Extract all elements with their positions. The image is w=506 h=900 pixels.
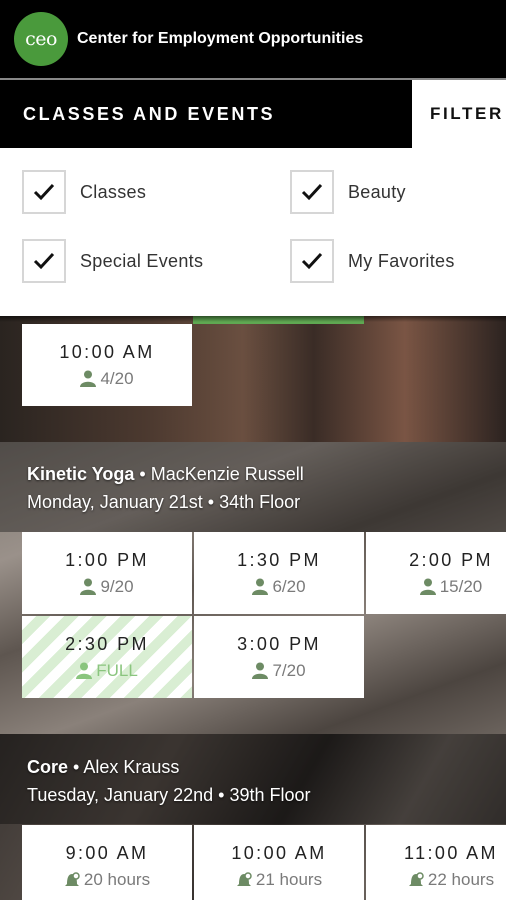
- slot-time: 10:00 AM: [59, 341, 155, 362]
- checkbox-beauty[interactable]: [290, 170, 334, 214]
- checkmark-icon: [301, 252, 323, 270]
- slot-time: 3:00 PM: [237, 633, 321, 654]
- spots-count: FULL: [96, 660, 138, 680]
- checkbox-special-events[interactable]: [22, 239, 66, 283]
- slot-time: 10:00 AM: [231, 842, 327, 863]
- slot-spots: FULL: [76, 661, 138, 681]
- instructor-name: MacKenzie Russell: [150, 464, 304, 484]
- panel-shadow: [0, 316, 506, 322]
- slot-time: 9:00 AM: [65, 842, 149, 863]
- time-slot[interactable]: 2:00 PM 15/20: [366, 532, 506, 614]
- countdown-text: 20 hours: [83, 869, 151, 889]
- filter-special-events[interactable]: Special Events: [22, 239, 203, 283]
- slot-countdown: 22 hours: [408, 870, 494, 890]
- spots-count: 9/20: [100, 576, 134, 596]
- slot-spots: 4/20: [80, 368, 134, 389]
- filter-panel: Classes Beauty Special Events My Favorit…: [0, 148, 506, 316]
- reminder-bell-icon: [236, 872, 252, 886]
- time-slot[interactable]: 10:00 AM 4/20: [22, 324, 192, 406]
- slot-spots: 15/20: [419, 576, 483, 597]
- slot-spots: 7/20: [252, 660, 306, 681]
- filter-beauty[interactable]: Beauty: [290, 170, 406, 214]
- title-overlay: [0, 734, 506, 824]
- tab-bar: CLASSES AND EVENTS FILTER: [0, 78, 506, 148]
- tab-filter[interactable]: FILTER: [430, 80, 504, 148]
- class-name: Kinetic Yoga: [27, 464, 135, 484]
- class-date: Tuesday, January 22nd: [27, 785, 214, 805]
- class-title[interactable]: Kinetic Yoga • MacKenzie Russell: [27, 464, 304, 485]
- separator: •: [73, 757, 80, 777]
- slot-time: 2:00 PM: [409, 549, 493, 570]
- time-slot[interactable]: 3:00 PM 7/20: [194, 616, 364, 698]
- instructor-name: Alex Krauss: [83, 757, 180, 777]
- checkmark-icon: [301, 183, 323, 201]
- slot-spots: 9/20: [80, 576, 134, 597]
- separator: •: [139, 464, 146, 484]
- reminder-bell-icon: [64, 872, 80, 886]
- checkbox-classes[interactable]: [22, 170, 66, 214]
- spots-count: 4/20: [100, 368, 134, 388]
- tab-classes-and-events[interactable]: CLASSES AND EVENTS: [0, 80, 412, 148]
- time-slot[interactable]: 11:00 AM 22 hours: [366, 825, 506, 900]
- slot-time: 2:30 PM: [65, 633, 149, 654]
- time-slot-full[interactable]: 2:30 PM FULL: [22, 616, 192, 698]
- separator: •: [207, 492, 215, 512]
- ceo-logo[interactable]: ceo: [14, 12, 68, 66]
- filter-label: Beauty: [348, 181, 406, 202]
- separator: •: [218, 785, 225, 805]
- class-meta: Tuesday, January 22nd • 39th Floor: [27, 785, 311, 806]
- class-list[interactable]: 10:00 AM 4/20 Kinetic Yoga • MacKenzie R…: [0, 316, 506, 900]
- class-location: 39th Floor: [229, 785, 311, 805]
- spots-count: 6/20: [272, 576, 306, 596]
- filter-label: My Favorites: [348, 250, 455, 271]
- time-slot[interactable]: 10:00 AM 21 hours: [194, 825, 364, 900]
- filter-label: Classes: [80, 181, 147, 202]
- app-header: ceo Center for Employment Opportunities: [0, 0, 506, 78]
- slot-time: 11:00 AM: [404, 842, 498, 863]
- time-slot[interactable]: 1:30 PM 6/20: [194, 532, 364, 614]
- checkmark-icon: [33, 183, 55, 201]
- title-overlay: [0, 442, 506, 532]
- filter-my-favorites[interactable]: My Favorites: [290, 239, 455, 283]
- reminder-bell-icon: [408, 872, 424, 886]
- person-icon: [252, 662, 269, 679]
- slot-spots: 6/20: [252, 576, 306, 597]
- slot-countdown: 20 hours: [64, 870, 150, 890]
- time-slot[interactable]: 9:00 AM 20 hours: [22, 825, 192, 900]
- checkbox-my-favorites[interactable]: [290, 239, 334, 283]
- slot-time: 1:00 PM: [65, 549, 149, 570]
- person-icon: [252, 578, 269, 595]
- person-icon: [76, 662, 93, 679]
- person-icon: [80, 578, 97, 595]
- filter-label: Special Events: [80, 250, 204, 271]
- class-date: Monday, January 21st: [27, 492, 203, 512]
- person-icon: [419, 578, 436, 595]
- spots-count: 15/20: [439, 576, 483, 596]
- class-location: 34th Floor: [219, 492, 301, 512]
- class-name: Core: [27, 757, 69, 777]
- slot-time: 1:30 PM: [237, 549, 321, 570]
- class-title[interactable]: Core • Alex Krauss: [27, 757, 179, 778]
- time-slot[interactable]: 1:00 PM 9/20: [22, 532, 192, 614]
- spots-count: 7/20: [272, 660, 306, 680]
- class-meta: Monday, January 21st • 34th Floor: [27, 492, 300, 513]
- countdown-text: 22 hours: [427, 869, 495, 889]
- filter-classes[interactable]: Classes: [22, 170, 146, 214]
- person-icon: [80, 370, 97, 387]
- slot-countdown: 21 hours: [236, 870, 322, 890]
- org-name: Center for Employment Opportunities: [77, 30, 364, 47]
- countdown-text: 21 hours: [255, 869, 323, 889]
- checkmark-icon: [33, 252, 55, 270]
